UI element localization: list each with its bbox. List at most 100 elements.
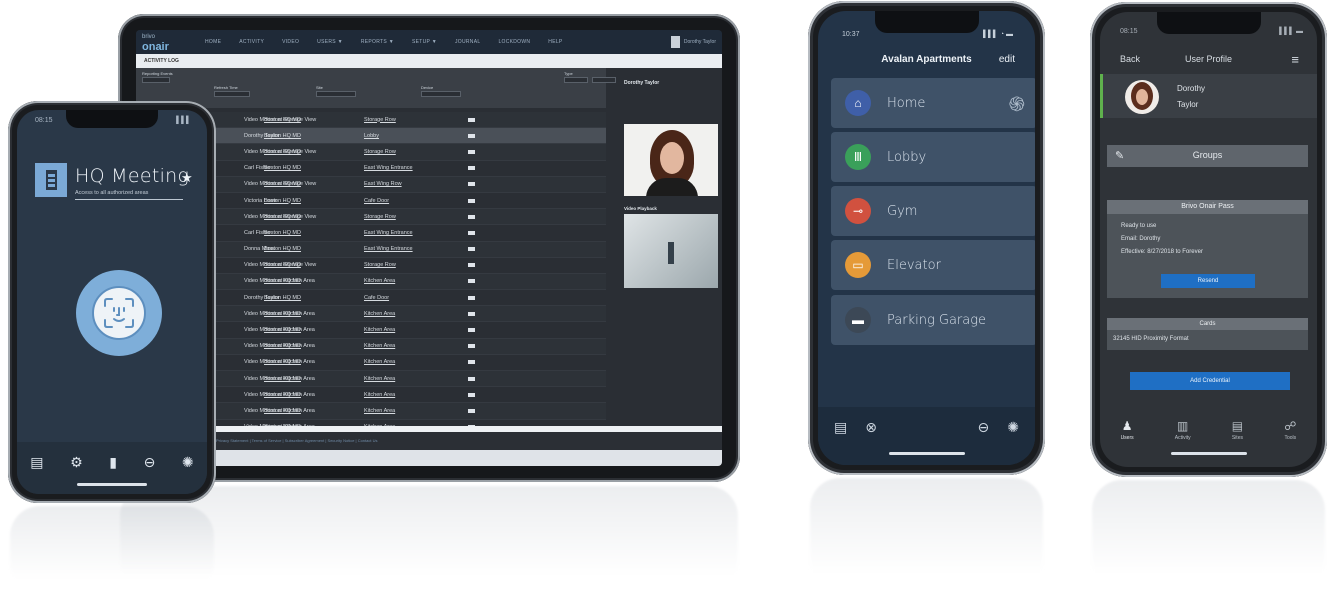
camera-icon[interactable]: [468, 198, 475, 203]
camera-icon[interactable]: [468, 344, 475, 349]
edit-button[interactable]: edit: [999, 54, 1015, 65]
event-device[interactable]: Kitchen Area: [364, 359, 478, 365]
device-dropdown[interactable]: [421, 91, 461, 97]
tab-gear-icon[interactable]: ✺: [182, 454, 194, 471]
nav-journal[interactable]: JOURNAL: [446, 39, 489, 45]
camera-icon[interactable]: [468, 182, 475, 187]
event-device[interactable]: East Wing Entrance: [364, 165, 478, 171]
favorite-star-icon[interactable]: ★: [181, 170, 193, 186]
event-device[interactable]: Lobby: [364, 133, 478, 139]
event-device[interactable]: East Wing Entrance: [364, 246, 478, 252]
nav-lockdown[interactable]: LOCKDOWN: [489, 39, 539, 45]
event-device[interactable]: East Wing Row: [364, 181, 478, 187]
event-device[interactable]: Kitchen Area: [364, 392, 478, 398]
camera-icon[interactable]: [468, 311, 475, 316]
user-menu[interactable]: Dorothy Taylor: [670, 36, 716, 48]
camera-icon[interactable]: [468, 376, 475, 381]
event-site[interactable]: Boston HQ MD: [264, 198, 364, 204]
event-device[interactable]: Storage Row: [364, 214, 478, 220]
nav-help[interactable]: HELP: [539, 39, 571, 45]
door-item-home[interactable]: ⌂ Home ֍: [831, 78, 1035, 128]
event-device[interactable]: Kitchen Area: [364, 343, 478, 349]
video-playback[interactable]: [624, 214, 718, 288]
event-site[interactable]: Boston HQ MD: [264, 295, 364, 301]
events-dropdown[interactable]: [142, 77, 170, 83]
camera-icon[interactable]: [468, 408, 475, 413]
event-site[interactable]: Boston HQ MD: [264, 408, 364, 414]
camera-icon[interactable]: [468, 392, 475, 397]
menu-icon[interactable]: ≡: [1291, 52, 1299, 67]
site-dropdown[interactable]: [316, 91, 356, 97]
event-device[interactable]: Kitchen Area: [364, 278, 478, 284]
face-unlock-button[interactable]: [76, 270, 162, 356]
door-item-elevator[interactable]: ▭ Elevator: [831, 240, 1035, 290]
nav-setup[interactable]: SETUP ▼: [403, 39, 446, 45]
event-device[interactable]: Storage Row: [364, 117, 478, 123]
tab-list-icon[interactable]: ▤: [30, 454, 43, 471]
tab-minus-icon[interactable]: ⊖: [978, 419, 990, 436]
event-site[interactable]: Boston HQ MD: [264, 359, 364, 365]
event-device[interactable]: Kitchen Area: [364, 327, 478, 333]
door-item-parking-garage[interactable]: ▬ Parking Garage: [831, 295, 1035, 345]
type-button-2[interactable]: [592, 77, 616, 83]
type-button-1[interactable]: [564, 77, 588, 83]
camera-icon[interactable]: [468, 279, 475, 284]
tab-tools[interactable]: ☍ Tools: [1284, 419, 1296, 467]
nav-home[interactable]: HOME: [196, 39, 230, 45]
camera-icon[interactable]: [468, 360, 475, 365]
camera-icon[interactable]: [468, 263, 475, 268]
tab-sites[interactable]: ▤ Sites: [1232, 419, 1243, 467]
event-device[interactable]: Kitchen Area: [364, 408, 478, 414]
event-device[interactable]: Kitchen Area: [364, 311, 478, 317]
event-site[interactable]: Boston HQ MD: [264, 376, 364, 382]
camera-icon[interactable]: [468, 117, 475, 122]
camera-icon[interactable]: [468, 214, 475, 219]
refresh-dropdown[interactable]: [214, 91, 250, 97]
event-device[interactable]: Kitchen Area: [364, 376, 478, 382]
event-site[interactable]: Boston HQ MD: [264, 246, 364, 252]
tab-users[interactable]: ♟ Users: [1121, 419, 1134, 467]
event-site[interactable]: Boston HQ MD: [264, 149, 364, 155]
resend-button[interactable]: Resend: [1161, 274, 1255, 288]
nav-video[interactable]: VIDEO: [273, 39, 308, 45]
event-site[interactable]: Boston HQ MD: [264, 133, 364, 139]
event-site[interactable]: Boston HQ MD: [264, 230, 364, 236]
event-site[interactable]: Boston HQ MD: [264, 165, 364, 171]
tab-activity[interactable]: ▥ Activity: [1175, 419, 1191, 467]
nav-activity[interactable]: ACTIVITY: [230, 39, 273, 45]
camera-icon[interactable]: [468, 230, 475, 235]
camera-icon[interactable]: [468, 328, 475, 333]
add-credential-button[interactable]: Add Credential: [1130, 372, 1290, 390]
tab-close-icon[interactable]: ⊗: [865, 419, 877, 436]
tab-gear-icon[interactable]: ✺: [1007, 419, 1019, 436]
event-site[interactable]: Boston HQ MD: [264, 214, 364, 220]
event-site[interactable]: Boston HQ MD: [264, 117, 364, 123]
groups-row[interactable]: ✎ Groups: [1107, 145, 1308, 167]
event-device[interactable]: East Wing Entrance: [364, 230, 478, 236]
nav-reports[interactable]: REPORTS ▼: [352, 39, 403, 45]
camera-icon[interactable]: [468, 166, 475, 171]
event-device[interactable]: Storage Row: [364, 262, 478, 268]
event-site[interactable]: Boston HQ MD: [264, 311, 364, 317]
event-site[interactable]: Boston HQ MD: [264, 278, 364, 284]
event-site[interactable]: Boston HQ MD: [264, 262, 364, 268]
tab-minus-icon[interactable]: ⊖: [144, 454, 156, 471]
nav-users[interactable]: USERS ▼: [308, 39, 352, 45]
event-device[interactable]: Storage Row: [364, 149, 478, 155]
door-item-lobby[interactable]: Ⅲ Lobby: [831, 132, 1035, 182]
event-site[interactable]: Boston HQ MD: [264, 392, 364, 398]
event-device[interactable]: Cafe Door: [364, 295, 478, 301]
brand-logo[interactable]: brivo onair: [142, 32, 196, 53]
event-device[interactable]: Cafe Door: [364, 198, 478, 204]
tab-door-icon[interactable]: ▮: [109, 454, 117, 471]
camera-icon[interactable]: [468, 295, 475, 300]
footer-links[interactable]: Privacy Statement | Terms of Service | S…: [136, 432, 722, 450]
camera-icon[interactable]: [468, 133, 475, 138]
door-item-gym[interactable]: ⊸ Gym: [831, 186, 1035, 236]
event-site[interactable]: Boston HQ MD: [264, 327, 364, 333]
camera-icon[interactable]: [468, 149, 475, 154]
event-site[interactable]: Boston HQ MD: [264, 181, 364, 187]
tab-settings-icon[interactable]: ⚙: [70, 454, 83, 471]
camera-icon[interactable]: [468, 247, 475, 252]
event-site[interactable]: Boston HQ MD: [264, 343, 364, 349]
